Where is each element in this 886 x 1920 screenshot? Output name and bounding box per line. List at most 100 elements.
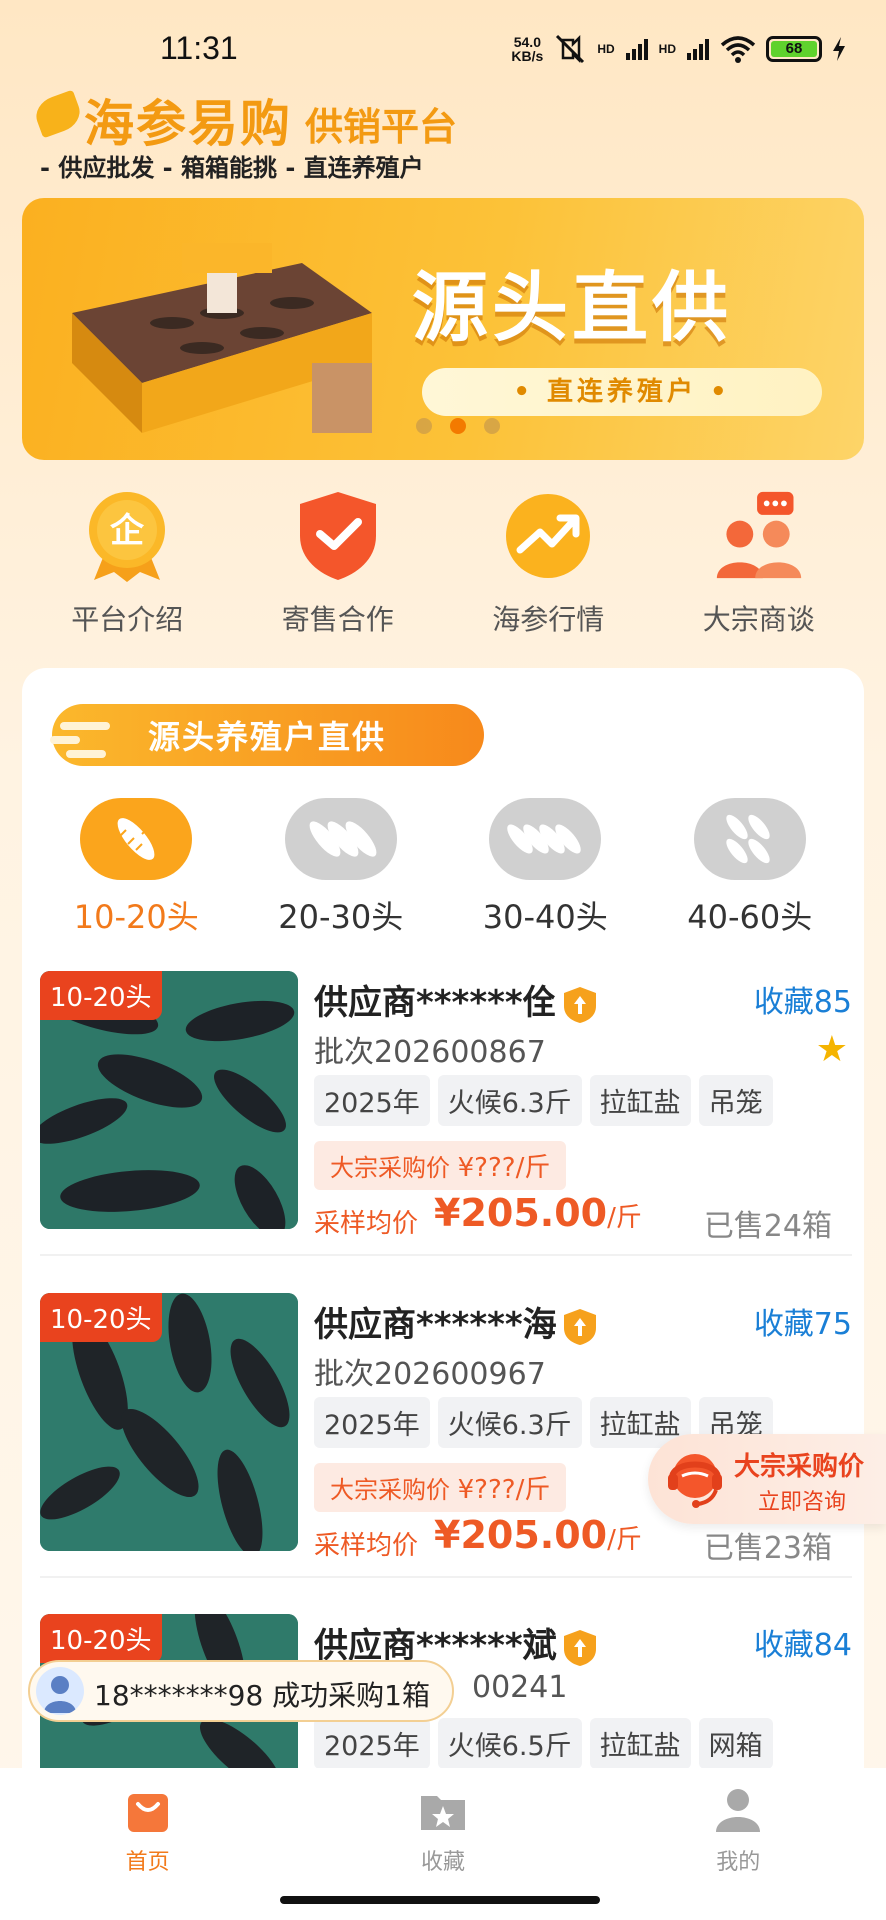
tab-label: 收藏 <box>420 1850 465 1875</box>
menu-item-bulk-negotiation[interactable]: 大宗商谈 <box>659 490 859 638</box>
sea-cucumber-icon <box>693 798 806 880</box>
shopping-bag-icon <box>127 1794 168 1832</box>
sea-cucumber-icon <box>80 798 193 880</box>
size-tag: 10-20头 <box>40 971 162 1020</box>
category-label: 10-20头 <box>73 898 199 936</box>
category-tab-10-20[interactable]: 10-20头 <box>46 798 226 938</box>
attribute-chips: 2025年 火候6.5斤 拉缸盐 网箱 <box>314 1718 773 1769</box>
product-section: 源头养殖户直供 10-20头 20-30头 30-40头 40-60头 10-2… <box>22 668 864 1798</box>
sold-count: 已售24箱 <box>703 1209 832 1244</box>
carousel-dot-active[interactable] <box>450 418 466 434</box>
bulk-price-value: ¥???/斤 <box>457 1475 551 1505</box>
batch-number: 批次202600967 <box>314 1357 546 1392</box>
divider <box>40 1576 852 1578</box>
net-speed-unit: KB/s <box>511 48 544 64</box>
verified-shield-icon <box>563 986 596 1023</box>
verified-shield-icon <box>563 1308 596 1345</box>
batch-number: 00241 <box>472 1670 568 1705</box>
slogan: - 供应批发 - 箱箱能挑 - 直连养殖户 <box>40 154 424 182</box>
carousel-dots[interactable] <box>416 418 500 434</box>
favorite-count[interactable]: 收藏85 <box>754 977 852 1021</box>
bulk-price-value: ¥???/斤 <box>457 1153 551 1183</box>
enterprise-badge-icon: 企 <box>81 490 173 582</box>
divider <box>40 1254 852 1256</box>
avg-price: ¥205.00/斤 <box>434 1513 642 1557</box>
avatar <box>36 1667 84 1715</box>
attribute-chip: 网箱 <box>698 1718 773 1769</box>
attribute-chip: 2025年 <box>314 1718 430 1769</box>
batch-number: 批次202600867 <box>314 1035 546 1070</box>
wifi-icon <box>720 36 756 63</box>
menu-item-consignment[interactable]: 寄售合作 <box>238 490 438 638</box>
category-tabs: 10-20头 20-30头 30-40头 40-60头 <box>22 798 864 938</box>
category-label: 30-40头 <box>482 898 608 936</box>
menu-label: 海参行情 <box>492 603 605 636</box>
net-speed: 54.0 KB/s <box>511 35 543 63</box>
favorite-count[interactable]: 收藏84 <box>754 1620 852 1664</box>
bulk-price-label: 大宗采购价 <box>330 1154 450 1182</box>
tab-profile[interactable]: 我的 <box>638 1786 838 1920</box>
promo-banner[interactable]: 源头直供 • 直连养殖户 • <box>22 198 864 460</box>
tab-label: 我的 <box>716 1850 761 1875</box>
sea-cucumber-icon <box>489 798 602 880</box>
bulk-price-badge: 大宗采购价 ¥???/斤 <box>314 1463 567 1512</box>
bulk-price-badge: 大宗采购价 ¥???/斤 <box>314 1141 567 1190</box>
battery-icon: 68 <box>766 36 822 62</box>
signal-hd-1: HD <box>597 42 615 56</box>
mute-icon <box>556 34 585 64</box>
tab-label: 首页 <box>125 1850 170 1875</box>
battery-level: 68 <box>771 41 817 57</box>
signal-icon-2 <box>687 39 709 60</box>
sea-cucumber-icon <box>284 798 397 880</box>
customer-service-icon <box>668 1454 722 1508</box>
avg-price-value: ¥205.00 <box>434 1191 608 1235</box>
attribute-chip: 火候6.3斤 <box>437 1397 582 1448</box>
charging-icon <box>833 37 845 61</box>
consult-title: 大宗采购价 <box>734 1452 865 1482</box>
signal-icon-1 <box>625 39 648 60</box>
home-indicator[interactable] <box>280 1896 600 1904</box>
menu-label: 寄售合作 <box>281 603 394 636</box>
section-title: 源头养殖户直供 <box>148 718 387 756</box>
attribute-chip: 吊笼 <box>698 1075 773 1126</box>
verified-shield-icon <box>563 1629 596 1666</box>
attribute-chip: 火候6.3斤 <box>437 1075 582 1126</box>
product-card[interactable]: 10-20头 供应商******佺 收藏85 ★ 批次202600867 202… <box>40 971 852 1244</box>
menu-item-market-trend[interactable]: 海参行情 <box>448 490 648 638</box>
carousel-dot[interactable] <box>416 418 432 434</box>
menu-label: 平台介绍 <box>71 603 184 636</box>
attribute-chips: 2025年 火候6.3斤 拉缸盐 吊笼 <box>314 1075 773 1126</box>
tab-home[interactable]: 首页 <box>48 1786 248 1920</box>
attribute-chip: 拉缸盐 <box>589 1075 691 1126</box>
category-tab-40-60[interactable]: 40-60头 <box>660 798 840 938</box>
category-tab-30-40[interactable]: 30-40头 <box>455 798 635 938</box>
toast-text: 18*******98 成功采购1箱 <box>94 1679 430 1712</box>
supplier-name: 供应商******佺 <box>314 983 557 1023</box>
favorite-count[interactable]: 收藏75 <box>754 1299 852 1343</box>
trend-up-icon <box>502 490 594 582</box>
menu-label: 大宗商谈 <box>702 603 815 636</box>
carousel-dot[interactable] <box>484 418 500 434</box>
svg-text:企: 企 <box>110 511 145 551</box>
category-tab-20-30[interactable]: 20-30头 <box>251 798 431 938</box>
quick-menu: 企 平台介绍 寄售合作 海参行情 大宗商谈 <box>22 490 864 638</box>
folder-star-icon <box>420 1796 465 1830</box>
category-label: 40-60头 <box>687 898 813 936</box>
avg-price-unit: /斤 <box>607 1203 642 1233</box>
group-chat-icon <box>713 490 805 582</box>
banner-title: 源头直供 <box>412 263 732 352</box>
net-speed-value: 54.0 <box>513 34 541 50</box>
supplier-name-row[interactable]: 供应商******佺 <box>314 975 597 1024</box>
supplier-name-row[interactable]: 供应商******海 <box>314 1297 597 1346</box>
bulk-consult-button[interactable]: 大宗采购价 立即咨询 <box>648 1434 886 1524</box>
brand-subtitle: 供销平台 <box>305 105 458 149</box>
attribute-chip: 拉缸盐 <box>589 1718 691 1769</box>
consult-subtitle: 立即咨询 <box>758 1490 847 1515</box>
category-label: 20-30头 <box>278 898 404 936</box>
logo-icon <box>31 89 85 139</box>
star-icon[interactable]: ★ <box>816 1029 848 1070</box>
menu-item-platform-intro[interactable]: 企 平台介绍 <box>27 490 227 638</box>
size-tag: 10-20头 <box>40 1614 162 1663</box>
user-icon <box>716 1789 761 1832</box>
status-icons: 54.0 KB/s HD HD 68 <box>511 34 846 64</box>
